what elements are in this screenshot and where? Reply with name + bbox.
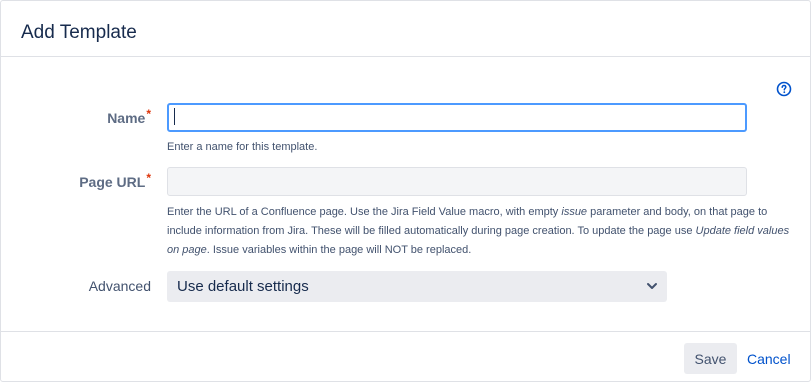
text-caret <box>174 108 175 125</box>
name-help-text: Enter a name for this template. <box>167 141 318 153</box>
advanced-select-value: Use default settings <box>177 278 309 295</box>
name-label-text: Name <box>107 110 146 126</box>
add-template-dialog: Add Template Name* Enter a name for this… <box>0 0 811 382</box>
help-part-1: Enter the URL of a Confluence page. Use … <box>167 206 562 218</box>
cancel-button[interactable]: Cancel <box>743 343 795 374</box>
save-button[interactable]: Save <box>684 343 737 374</box>
advanced-select[interactable]: Use default settings <box>167 271 667 302</box>
required-marker: * <box>146 171 151 185</box>
dialog-title: Add Template <box>21 22 137 43</box>
page-url-input[interactable] <box>167 167 747 196</box>
question-circle-icon[interactable] <box>776 81 792 97</box>
advanced-label: Advanced <box>88 278 151 294</box>
help-part-3: . Issue variables within the page will N… <box>206 244 472 256</box>
name-label: Name* <box>1 107 151 129</box>
required-marker: * <box>146 107 151 121</box>
page-url-help-text: Enter the URL of a Confluence page. Use … <box>167 203 797 260</box>
dialog-header: Add Template <box>1 1 810 57</box>
name-input[interactable] <box>167 103 747 132</box>
chevron-down-icon <box>647 283 657 289</box>
help-issue-word: issue <box>561 206 588 218</box>
page-url-label: Page URL* <box>1 171 151 193</box>
page-url-label-text: Page URL <box>79 174 146 190</box>
